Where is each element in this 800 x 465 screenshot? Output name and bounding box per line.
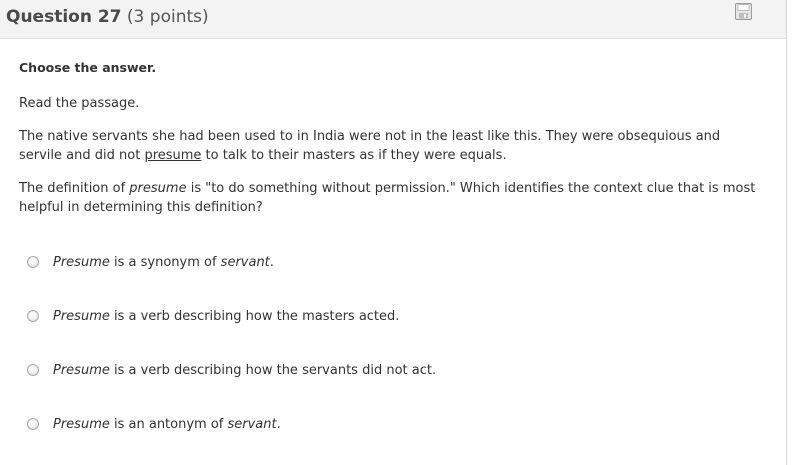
option-label: Presume is a verb describing how the mas… xyxy=(53,309,399,324)
answer-option-3[interactable]: Presume is a verb describing how the ser… xyxy=(27,360,527,380)
option-italic-lead: Presume xyxy=(53,254,110,270)
option-end: . xyxy=(269,254,274,270)
question-points: (3 points) xyxy=(126,7,209,27)
question-header: Question 27 (3 points) xyxy=(0,0,786,39)
radio-button[interactable] xyxy=(27,256,39,268)
radio-button[interactable] xyxy=(27,364,39,376)
option-middle: is a verb describing how the servants di… xyxy=(109,362,437,378)
option-middle: is an antonym of xyxy=(109,416,228,432)
option-italic-tail: servant xyxy=(227,416,277,432)
option-middle: is a synonym of xyxy=(109,254,221,270)
answer-option-4[interactable]: Presume is an antonym of servant. xyxy=(27,414,527,434)
option-middle: is a verb describing how the masters act… xyxy=(109,308,400,324)
passage-underlined-word: presume xyxy=(144,148,202,163)
question-number: Question 27 xyxy=(6,7,122,27)
option-label: Presume is a verb describing how the ser… xyxy=(53,363,436,378)
radio-button[interactable] xyxy=(27,310,39,322)
question-before: The definition of xyxy=(19,181,130,196)
instruction-text: Choose the answer. xyxy=(19,60,157,75)
save-icon[interactable] xyxy=(735,3,752,20)
option-italic-tail: servant xyxy=(220,254,270,270)
option-italic-lead: Presume xyxy=(53,308,110,324)
question-text: The definition of presume is "to do some… xyxy=(19,179,764,217)
read-prompt: Read the passage. xyxy=(19,96,140,111)
answer-option-2[interactable]: Presume is a verb describing how the mas… xyxy=(27,306,527,326)
passage-text: The native servants she had been used to… xyxy=(19,127,764,165)
answer-option-1[interactable]: Presume is a synonym of servant. xyxy=(27,252,527,272)
scroll-divider xyxy=(786,0,787,465)
radio-button[interactable] xyxy=(27,418,39,430)
option-label: Presume is an antonym of servant. xyxy=(53,417,281,432)
question-title: Question 27 (3 points) xyxy=(6,7,209,27)
option-end: . xyxy=(276,416,281,432)
question-italic-word: presume xyxy=(129,181,187,196)
option-italic-lead: Presume xyxy=(53,416,110,432)
option-italic-lead: Presume xyxy=(53,362,110,378)
passage-after: to talk to their masters as if they were… xyxy=(201,148,507,163)
option-label: Presume is a synonym of servant. xyxy=(53,255,274,270)
question-body: Choose the answer. Read the passage. The… xyxy=(19,58,769,215)
